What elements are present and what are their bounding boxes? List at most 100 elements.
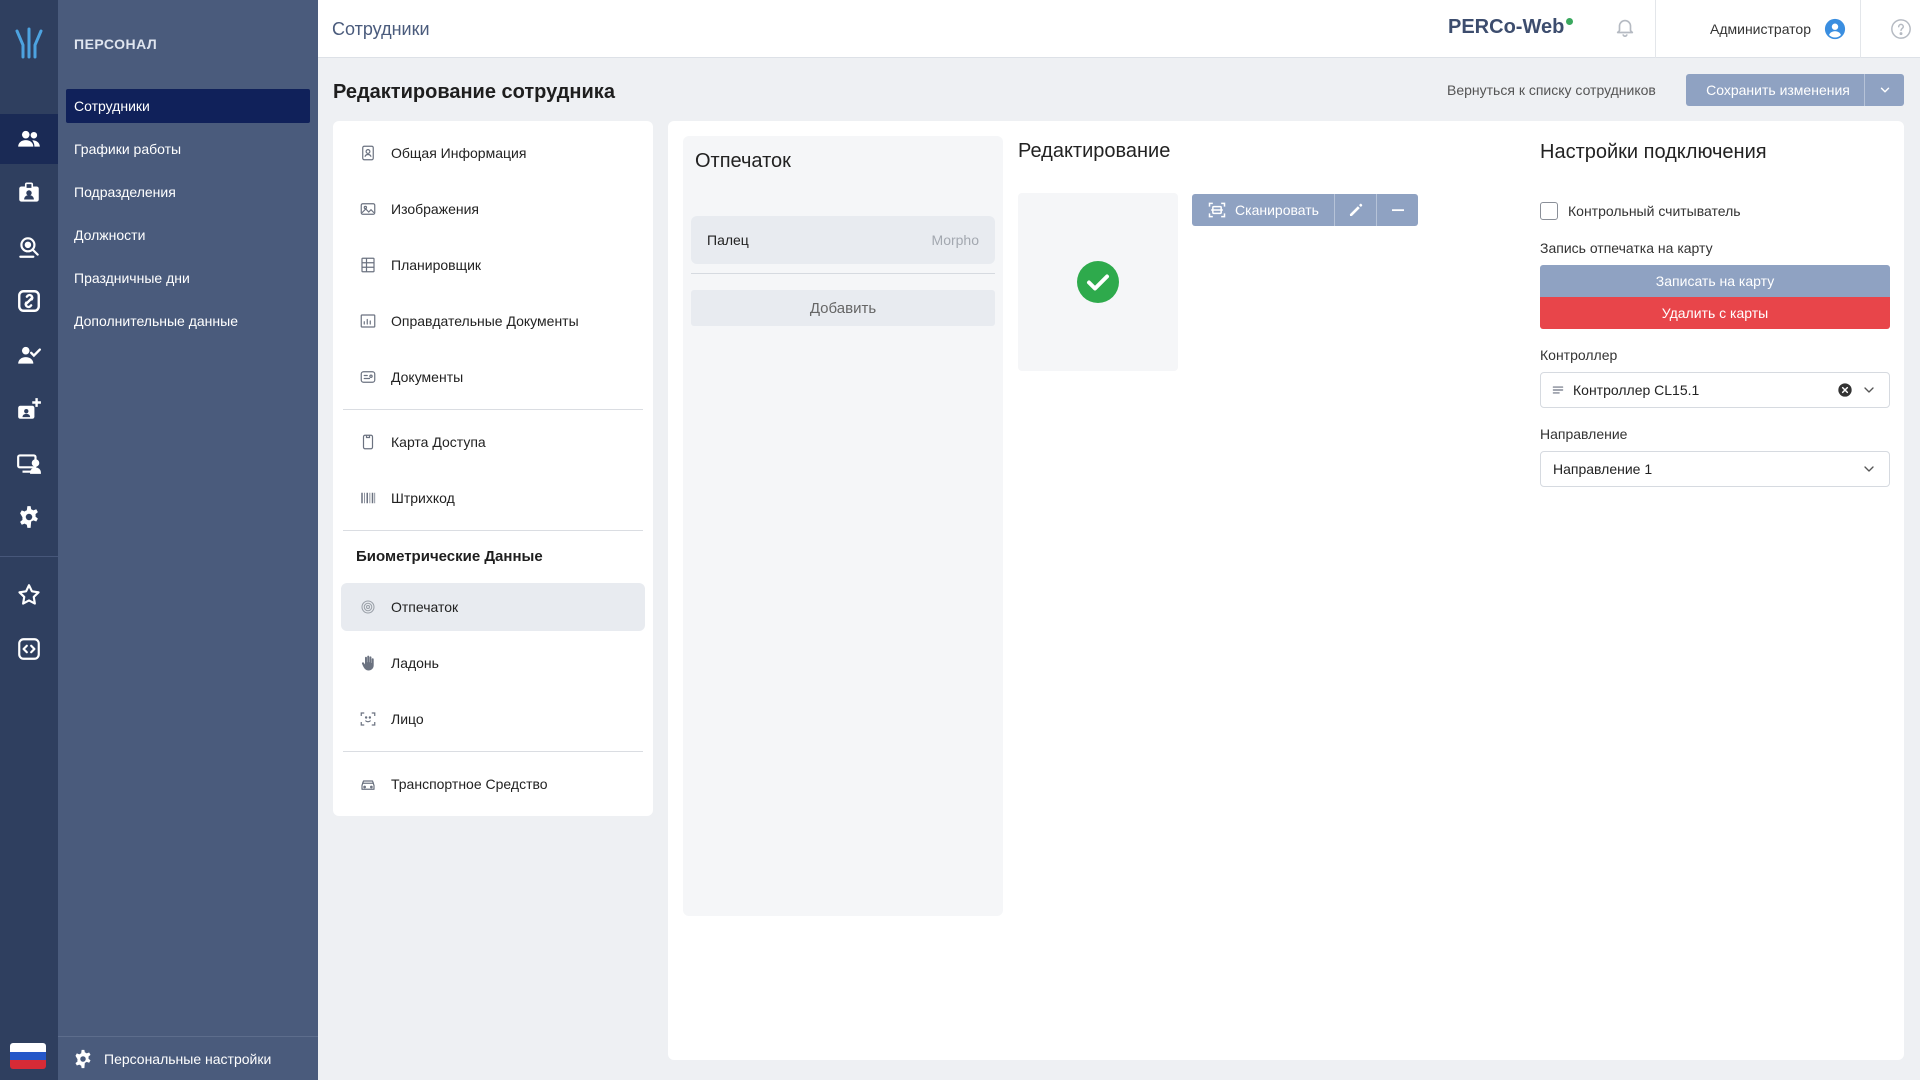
write-to-card-button[interactable]: Записать на карту [1540,265,1890,297]
connection-settings-title: Настройки подключения [1540,141,1767,163]
nav-documents[interactable]: Документы [341,353,645,401]
sidebar-item-departments[interactable]: Подразделения [66,175,310,209]
chart-document-icon [360,314,376,328]
control-reader-option[interactable]: Контрольный считыватель [1540,202,1741,220]
save-changes-label: Сохранить изменения [1706,82,1850,98]
check-circle-icon [1077,261,1119,303]
nav-images[interactable]: Изображения [341,185,645,233]
nav-item-label: Планировщик [391,257,482,273]
location-search-icon[interactable] [0,222,58,272]
id-card-icon [362,145,374,161]
nav-item-label: Отпечаток [391,599,459,615]
nav-item-label: Документы [391,369,464,385]
nav-barcode[interactable]: Штрихкод [341,474,645,522]
car-icon [361,780,375,790]
palm-icon [361,655,374,671]
add-badge-icon[interactable] [0,384,58,434]
delete-from-card-button[interactable]: Удалить с карты [1540,297,1890,329]
personal-settings-button[interactable]: Персональные настройки [58,1036,318,1080]
device-label: Morpho [931,232,979,248]
controller-select[interactable]: Контроллер CL15.1 [1540,372,1890,408]
clear-icon[interactable] [1837,382,1853,398]
language-flag-icon[interactable] [10,1043,46,1069]
biometric-heading: Биометрические Данные [356,548,543,565]
fingerprint-title: Отпечаток [695,150,791,172]
scan-label: Сканировать [1235,202,1319,218]
page-title: Сотрудники [332,19,430,39]
document-icon [360,371,376,383]
nav-vehicle[interactable]: Транспортное Средство [341,760,645,808]
nav-item-label: Изображения [391,201,479,217]
gear-icon [75,1049,91,1068]
pencil-icon [1349,203,1362,216]
image-icon [360,203,376,215]
code-icon[interactable] [0,624,58,674]
chevron-down-icon[interactable] [1861,461,1877,477]
brand-name: PERCo-Web [1448,16,1565,38]
control-reader-checkbox[interactable] [1540,202,1558,220]
link-icon[interactable] [0,276,58,326]
sidebar-item-employees[interactable]: Сотрудники [66,89,310,123]
chevron-down-icon[interactable] [1861,382,1877,398]
sidebar-item-additional-data[interactable]: Дополнительные данные [66,304,310,338]
status-dot-icon [1566,18,1574,25]
rail-divider [0,556,58,557]
save-changes-button[interactable]: Сохранить изменения [1686,74,1904,106]
nav-item-label: Штрихкод [391,490,455,506]
write-section-label: Запись отпечатка на карту [1540,240,1713,256]
scan-button[interactable]: Сканировать [1192,194,1334,226]
top-header: Сотрудники PERCo-Web Администратор [318,0,1920,58]
fingerprint-list-panel: Отпечаток Палец Morpho Добавить [683,136,1003,916]
nav-fingerprint[interactable]: Отпечаток [341,583,645,631]
help-icon[interactable] [1890,18,1912,43]
perco-logo-icon[interactable] [0,14,58,72]
nav-item-label: Транспортное Средство [391,776,548,792]
nav-access-card[interactable]: Карта Доступа [341,418,645,466]
user-name[interactable]: Администратор [1710,21,1811,37]
monitor-user-icon[interactable] [0,438,58,488]
sidebar-item-positions[interactable]: Должности [66,218,310,252]
save-options-dropdown[interactable] [1864,74,1904,106]
nav-divider [343,530,643,531]
sidebar: ПЕРСОНАЛ Сотрудники Графики работы Подра… [58,0,318,1080]
direction-select[interactable]: Направление 1 [1540,451,1890,487]
star-icon[interactable] [0,570,58,620]
employee-section-nav: Общая Информация Изображения Планировщик… [333,121,653,816]
user-avatar-icon[interactable] [1824,18,1846,43]
controller-value: Контроллер CL15.1 [1573,382,1700,398]
add-fingerprint-button[interactable]: Добавить [691,290,995,326]
nav-face[interactable]: Лицо [341,695,645,743]
direction-label: Направление [1540,426,1628,442]
nav-item-label: Общая Информация [391,145,527,161]
nav-scheduler[interactable]: Планировщик [341,241,645,289]
nav-justification-documents[interactable]: Оправдательные Документы [341,297,645,345]
face-scan-icon [360,712,376,726]
gear-icon[interactable] [0,492,58,542]
barcode-icon [361,492,376,504]
list-icon [1552,386,1564,394]
controller-label: Контроллер [1540,347,1618,363]
users-icon[interactable] [0,114,58,164]
list-divider [691,273,995,274]
remove-button[interactable] [1376,194,1418,226]
bell-icon[interactable] [1614,16,1636,41]
sidebar-item-holidays[interactable]: Праздничные дни [66,261,310,295]
fingerprint-preview [1018,193,1178,371]
nav-divider [343,409,643,410]
finger-list-item[interactable]: Палец Morpho [691,216,995,264]
control-reader-label: Контрольный считыватель [1568,203,1741,219]
personal-settings-label: Персональные настройки [104,1050,272,1067]
sidebar-item-schedules[interactable]: Графики работы [66,132,310,166]
user-check-icon[interactable] [0,330,58,380]
header-divider [1655,0,1656,58]
scan-icon [1208,202,1226,218]
back-to-list-link[interactable]: Вернуться к списку сотрудников [1447,82,1656,98]
nav-item-label: Лицо [391,711,424,727]
nav-general-info[interactable]: Общая Информация [341,129,645,177]
edit-button[interactable] [1334,194,1376,226]
nav-divider [343,751,643,752]
nav-item-label: Карта Доступа [391,434,486,450]
direction-value: Направление 1 [1553,461,1653,477]
badge-icon[interactable] [0,168,58,218]
nav-palm[interactable]: Ладонь [341,639,645,687]
